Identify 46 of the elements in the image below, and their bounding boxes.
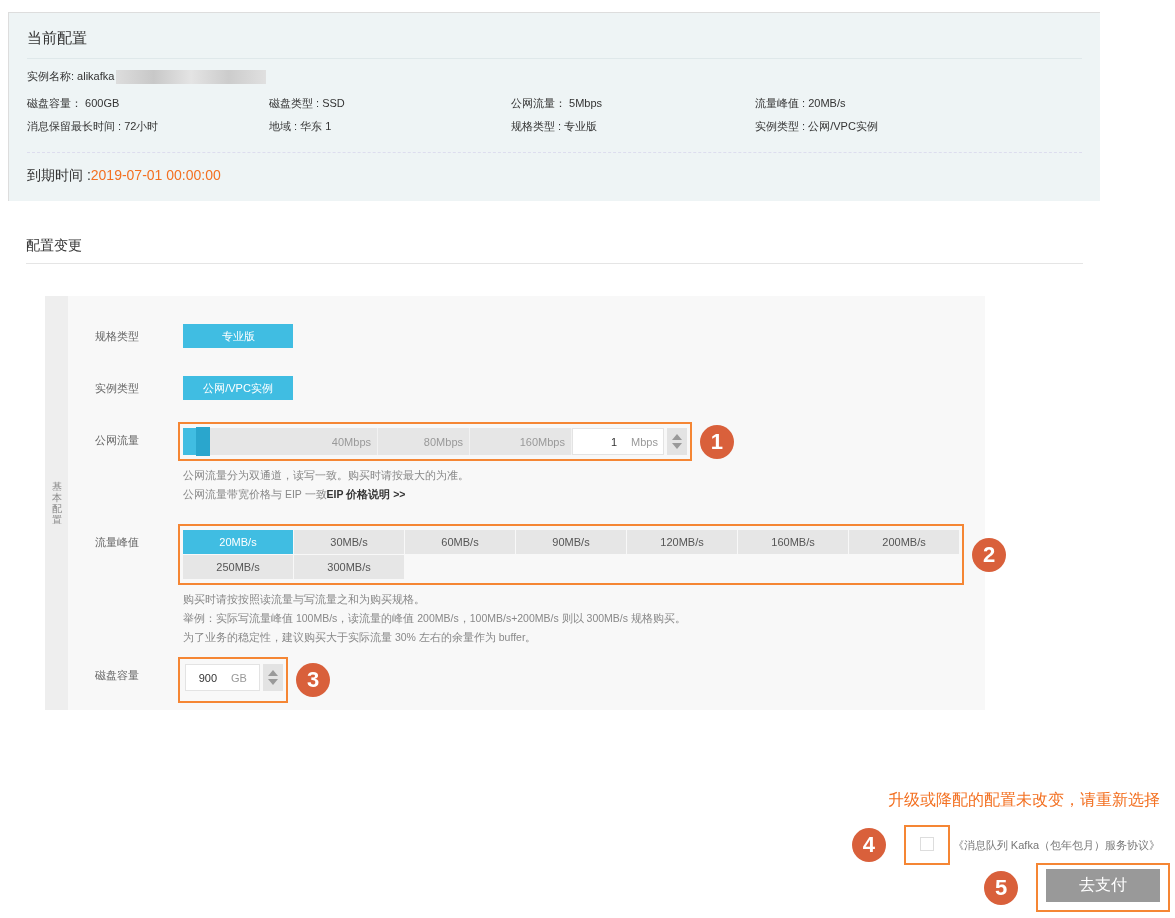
slider-handle[interactable] <box>196 427 211 456</box>
config-field: 地域 : 华东 1 <box>269 119 511 134</box>
option-button[interactable]: 90MB/s <box>516 530 626 554</box>
section-title: 当前配置 <box>27 29 1082 59</box>
expiry-label: 到期时间 : <box>27 167 91 185</box>
section-title: 配置变更 <box>26 237 1083 264</box>
hint-text: 举例：实际写流量峰值 100MB/s，读流量的峰值 200MB/s，100MB/s+200MB/s 则以 300MB/s 规格购买。 <box>183 612 687 626</box>
agreement-link[interactable]: 《消息队列 Kafka（包年包月）服务协议》 <box>952 837 1160 853</box>
disk-field[interactable]: 900 GB <box>185 664 260 691</box>
callout-badge: 5 <box>984 870 1018 905</box>
config-field: 实例类型 : 公网/VPC实例 <box>755 119 1005 134</box>
option-button[interactable]: 120MB/s <box>627 530 737 554</box>
callout-badge: 4 <box>851 828 886 862</box>
hint-text: 购买时请按按照读流量与写流量之和为购买规格。 <box>183 593 426 607</box>
field-label: 实例类型 <box>95 381 140 396</box>
spinner-icon[interactable] <box>263 664 283 691</box>
config-field: 磁盘类型 : SSD <box>269 96 511 111</box>
warning-text: 升级或降配的配置未改变，请重新选择 <box>888 790 1160 810</box>
callout-badge: 1 <box>699 424 734 459</box>
config-field: 流量峰值 : 20MB/s <box>755 96 1005 111</box>
bandwidth-field[interactable]: 1 Mbps <box>572 428 664 455</box>
instance-name: 实例名称: alikafka <box>27 69 115 84</box>
agreement-checkbox[interactable] <box>919 837 934 851</box>
option-button[interactable]: 30MB/s <box>294 530 404 554</box>
config-field: 公网流量： 5Mbps <box>511 96 755 111</box>
field-label: 流量峰值 <box>95 535 140 550</box>
config-field: 规格类型 : 专业版 <box>511 119 755 134</box>
config-field: 消息保留最长时间 : 72小时 <box>27 119 269 134</box>
callout-badge: 2 <box>972 537 1006 572</box>
option-button[interactable]: 60MB/s <box>405 530 515 554</box>
price-link[interactable]: EIP 价格说明 >> <box>326 488 406 500</box>
config-field: 磁盘容量： 600GB <box>27 96 269 111</box>
callout-badge: 3 <box>296 663 330 697</box>
hint-text: 为了业务的稳定性，建议购买大于实际流量 30% 左右的余量作为 buffer。 <box>183 631 538 645</box>
option-button[interactable]: 300MB/s <box>294 555 404 579</box>
field-label: 公网流量 <box>95 433 140 448</box>
field-label: 磁盘容量 <box>95 668 140 683</box>
side-label: 基本配置 <box>51 481 62 525</box>
option-button[interactable]: 250MB/s <box>183 555 293 579</box>
option-button[interactable]: 200MB/s <box>849 530 959 554</box>
hint-text: 公网流量分为双通道，读写一致。购买时请按最大的为准。 <box>183 469 470 483</box>
field-label: 规格类型 <box>95 329 140 344</box>
spinner-icon[interactable] <box>666 428 687 455</box>
hint-text: 公网流量带宽价格与 EIP 一致EIP 价格说明 >> <box>183 488 407 502</box>
option-button[interactable]: 160MB/s <box>738 530 848 554</box>
tick-label: 80Mbps <box>378 428 470 455</box>
